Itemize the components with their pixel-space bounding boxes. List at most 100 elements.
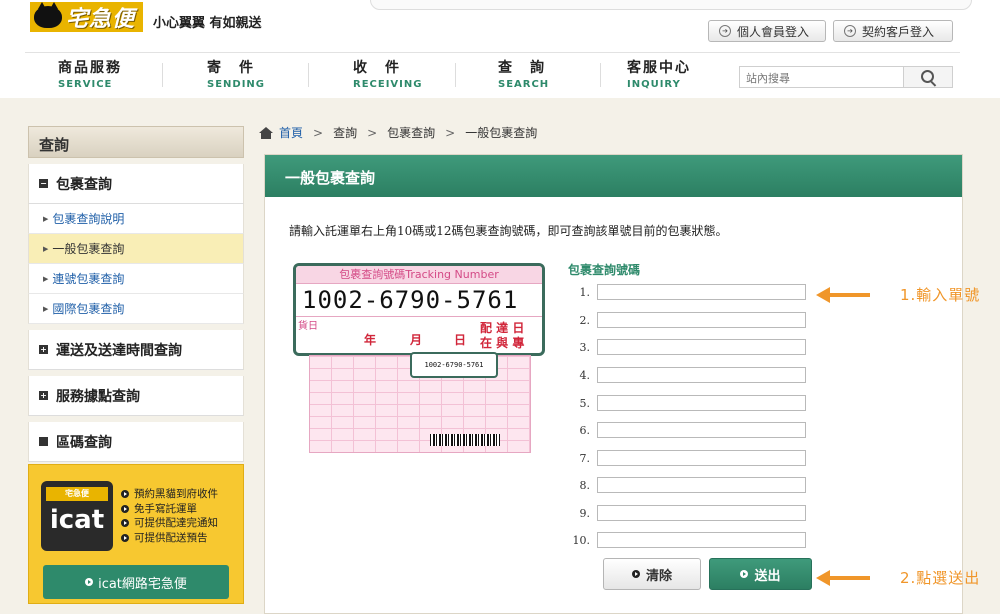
tracking-input-10[interactable] xyxy=(597,532,806,548)
sidebar-section-package-query[interactable]: − 包裹查詢 xyxy=(28,164,244,204)
tracking-input-6[interactable] xyxy=(597,422,806,438)
icat-feature: 免手寫託運單 xyxy=(121,502,218,517)
tracking-input-9[interactable] xyxy=(597,505,806,521)
nav-sublabel: RECEIVING xyxy=(353,79,423,90)
nav-sending[interactable]: 寄 件 SENDING xyxy=(207,57,265,93)
plus-icon: + xyxy=(39,391,48,400)
arrow-left-icon xyxy=(816,286,830,303)
triangle-icon: ▶ xyxy=(43,244,49,253)
annotation-label: 1.輸入單號 xyxy=(900,286,981,304)
waybill-image: 1002-6790-5761 xyxy=(309,352,531,453)
icat-feature-label: 預約黑貓到府收件 xyxy=(134,488,218,500)
barcode xyxy=(430,434,500,446)
zoom-year-label: 年 xyxy=(364,333,377,347)
breadcrumb-query[interactable]: 查詢 xyxy=(333,124,357,141)
zoom-title: 包裹查詢號碼Tracking Number xyxy=(296,266,542,284)
tracking-input-3[interactable] xyxy=(597,339,806,355)
icat-logo-text: icat xyxy=(49,505,105,535)
send-button[interactable]: 送出 xyxy=(709,558,812,590)
sidebar-item-query-guide[interactable]: ▶ 包裹查詢說明 xyxy=(28,204,244,234)
tracking-input-7[interactable] xyxy=(597,450,806,466)
member-login-button[interactable]: ➔ 個人會員登入 xyxy=(708,20,826,42)
play-icon xyxy=(121,519,129,528)
sidebar-section-delivery-time[interactable]: + 運送及送達時間查詢 xyxy=(28,330,244,370)
tracking-input-1[interactable] xyxy=(597,284,806,300)
nav-receiving[interactable]: 收 件 RECEIVING xyxy=(353,57,422,93)
sidebar-item-label: 一般包裹查詢 xyxy=(52,242,125,256)
nav-label: 商品服務 xyxy=(58,60,122,76)
home-icon xyxy=(259,126,273,139)
zoom-day-label: 日 xyxy=(454,333,467,347)
tracking-input-2[interactable] xyxy=(597,312,806,328)
nav-divider xyxy=(162,63,163,87)
zoom-delivery-sublabel: 在 與 專 xyxy=(480,336,525,350)
tracking-row-4: 4. xyxy=(566,366,806,384)
play-icon xyxy=(631,570,640,578)
nav-label: 寄 件 xyxy=(207,60,255,76)
tracking-row-3: 3. xyxy=(566,338,806,356)
nav-search[interactable]: 查 詢 SEARCH xyxy=(498,57,549,93)
tracking-row-1: 1. xyxy=(566,283,806,301)
nav-sublabel: INQUIRY xyxy=(627,79,681,90)
play-icon xyxy=(121,504,129,513)
tracking-input-5[interactable] xyxy=(597,395,806,411)
icat-logo: 宅急便 icat xyxy=(41,481,113,551)
minus-icon: − xyxy=(39,179,48,188)
site-search xyxy=(739,66,953,88)
panel-description: 請輸入託運單右上角10碼或12碼包裹查詢號碼，即可查詢該單號目前的包裹狀態。 xyxy=(289,224,728,238)
icat-feature-list: 預約黑貓到府收件 免手寫託運單 可提供配達完通知 可提供配送預告 xyxy=(121,487,218,545)
panel-title: 一般包裹查詢 xyxy=(265,155,962,197)
send-button-label: 送出 xyxy=(754,568,781,584)
sidebar-item-serial-query[interactable]: ▶ 連號包裹查詢 xyxy=(28,264,244,294)
breadcrumb-package-query[interactable]: 包裹查詢 xyxy=(387,124,435,141)
icat-button-label: icat網路宅急便 xyxy=(98,576,187,592)
play-icon xyxy=(121,490,129,499)
search-button[interactable] xyxy=(903,67,952,87)
sidebar-section-label: 服務據點查詢 xyxy=(56,388,140,405)
sidebar-item-international-query[interactable]: ▶ 國際包裹查詢 xyxy=(28,294,244,324)
sidebar: 查詢 − 包裹查詢 ▶ 包裹查詢說明 ▶ 一般包裹查詢 ▶ 連號包裹查詢 ▶ 國… xyxy=(28,126,244,462)
nav-service[interactable]: 商品服務 SERVICE xyxy=(58,57,122,93)
annotation-label: 2.點選送出 xyxy=(900,569,981,587)
icat-online-button[interactable]: icat網路宅急便 xyxy=(43,565,229,599)
brand-logo[interactable]: 宅急便 小心翼翼 有如親送 xyxy=(30,2,262,32)
search-input[interactable] xyxy=(744,69,908,87)
nav-divider xyxy=(600,63,601,87)
tracking-input-8[interactable] xyxy=(597,477,806,493)
icat-promo: 宅急便 icat 預約黑貓到府收件 免手寫託運單 可提供配達完通知 可提供配送預… xyxy=(28,464,244,604)
contract-login-button[interactable]: ➔ 契約客戶登入 xyxy=(833,20,953,42)
nav-sublabel: SENDING xyxy=(207,79,266,90)
icat-mini-brand: 宅急便 xyxy=(46,487,108,501)
nav-sublabel: SEARCH xyxy=(498,79,550,90)
triangle-icon: ▶ xyxy=(43,274,49,283)
nav-divider xyxy=(455,63,456,87)
zoom-month-label: 月 xyxy=(410,333,423,347)
tracking-input-4[interactable] xyxy=(597,367,806,383)
icat-feature: 可提供配達完通知 xyxy=(121,516,218,531)
square-icon xyxy=(39,437,48,446)
sidebar-section-service-points[interactable]: + 服務據點查詢 xyxy=(28,376,244,416)
sidebar-section-area-code[interactable]: 區碼查詢 xyxy=(28,422,244,462)
clear-button-label: 清除 xyxy=(645,568,672,584)
site-header: 宅急便 小心翼翼 有如親送 ➔ 個人會員登入 ➔ 契約客戶登入 商品服務 SER… xyxy=(0,0,1000,98)
breadcrumb-home[interactable]: 首頁 xyxy=(279,124,303,141)
icat-feature-label: 可提供配達完通知 xyxy=(134,517,218,529)
sidebar-title: 查詢 xyxy=(28,126,244,158)
zoom-number: 1002-6790-5761 xyxy=(302,286,519,314)
nav-label: 客服中心 xyxy=(627,60,691,76)
nav-inquiry[interactable]: 客服中心 INQUIRY xyxy=(627,57,691,93)
sidebar-section-label: 包裹查詢 xyxy=(56,176,112,193)
sidebar-item-label: 包裹查詢說明 xyxy=(52,212,125,226)
top-bar-decoration xyxy=(370,0,972,10)
tracking-row-6: 6. xyxy=(566,421,806,439)
sidebar-item-general-query[interactable]: ▶ 一般包裹查詢 xyxy=(28,234,244,264)
play-icon xyxy=(85,578,94,586)
nav-label: 收 件 xyxy=(353,60,401,76)
tracking-row-9: 9. xyxy=(566,504,806,522)
clear-button[interactable]: 清除 xyxy=(603,558,701,590)
zoom-date-label: 貨日 xyxy=(298,321,318,332)
nav-divider xyxy=(308,63,309,87)
icat-feature-label: 可提供配送預告 xyxy=(134,531,208,544)
search-icon xyxy=(921,70,934,83)
zoom-bottom: 貨日 年 月 日 配 達 日 在 與 專 xyxy=(296,316,542,353)
